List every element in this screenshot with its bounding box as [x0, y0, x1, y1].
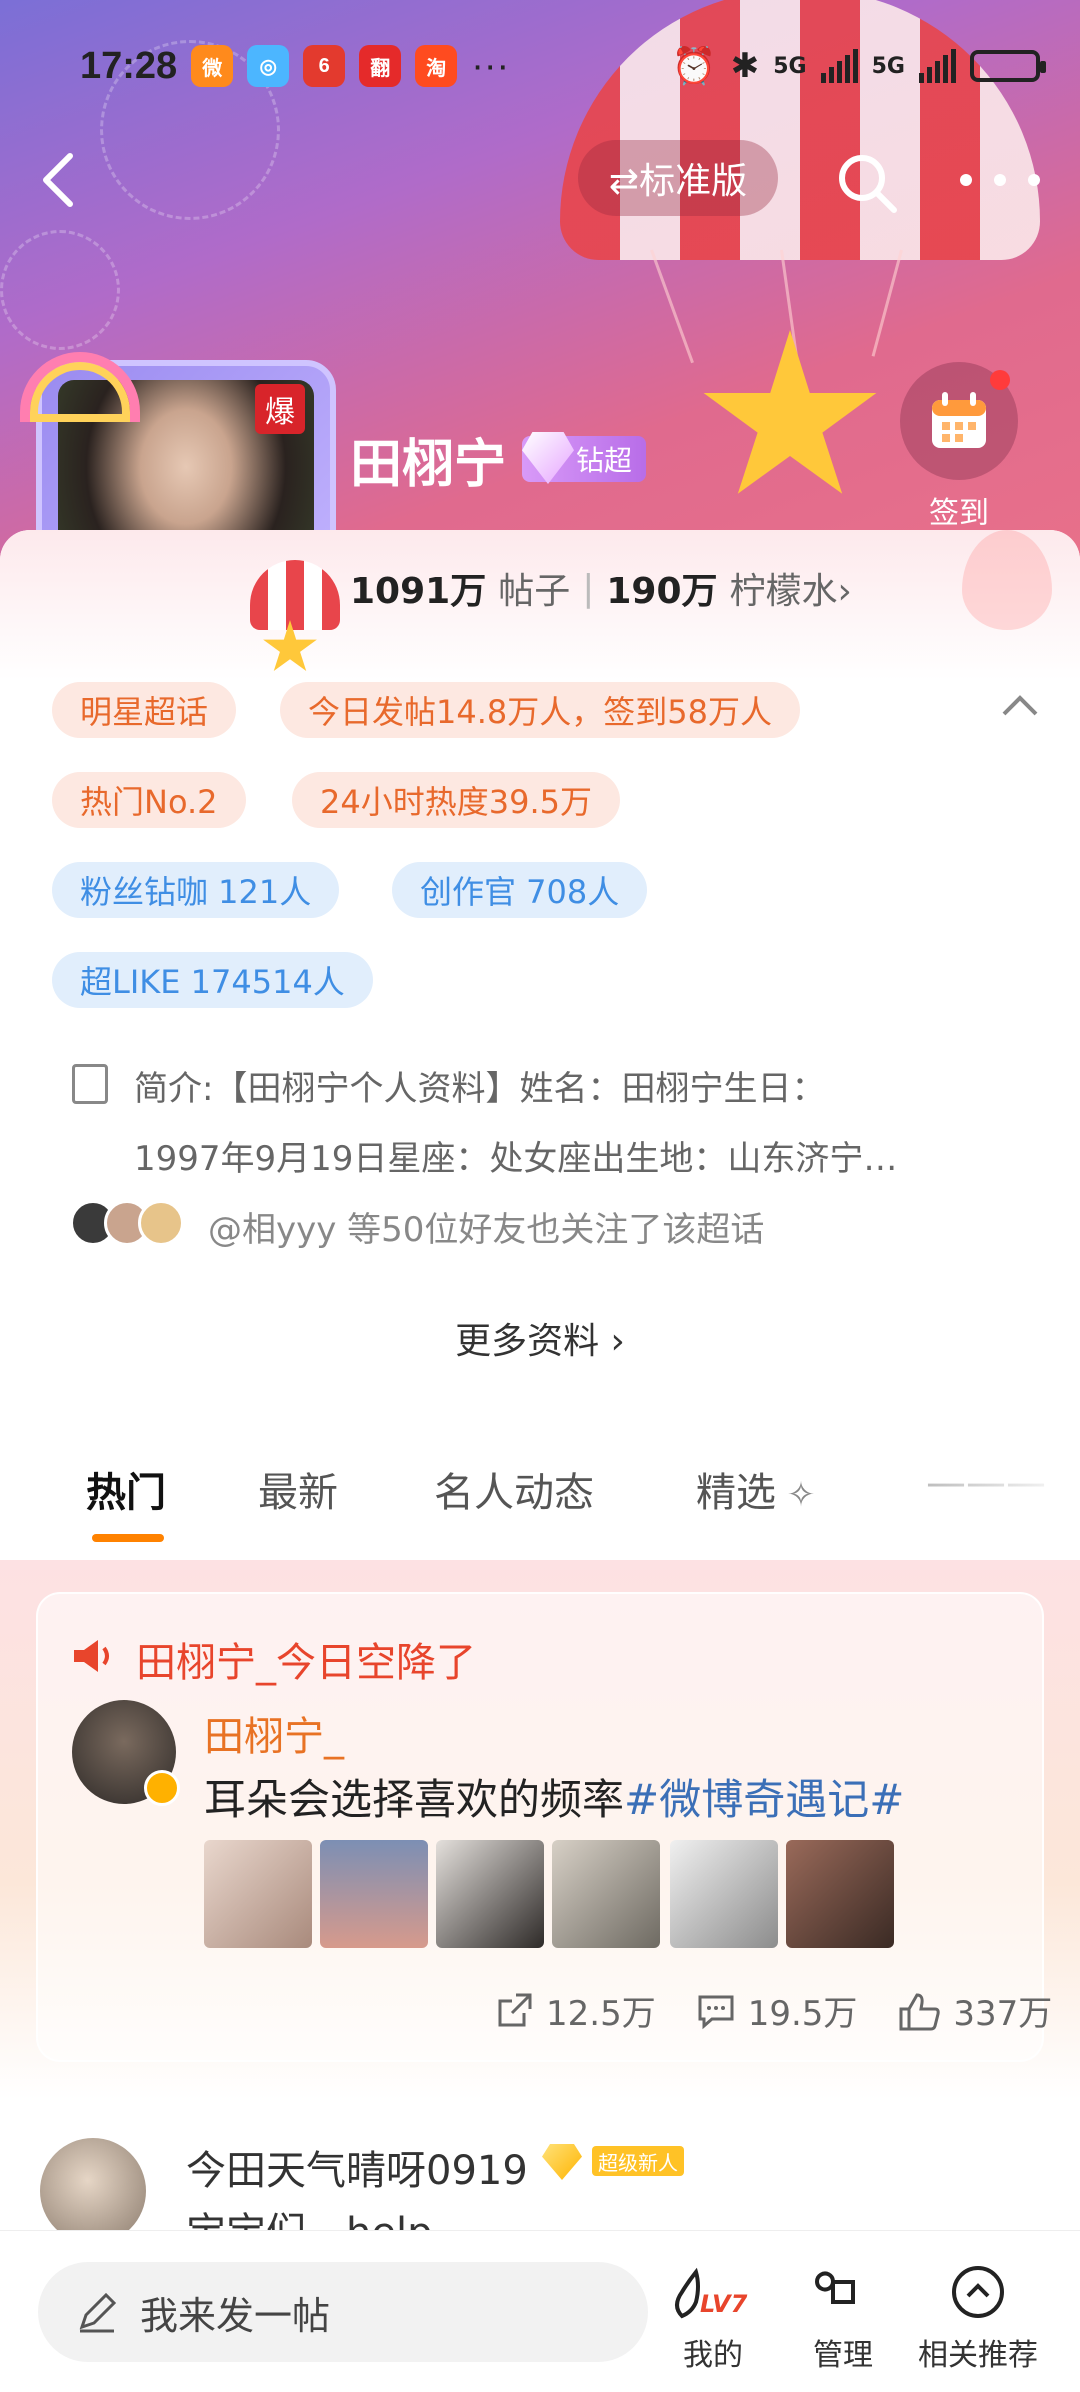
taobao-fan-icon: 翻: [359, 45, 402, 87]
status-badge: 超级新人: [592, 2146, 684, 2176]
topic-intro[interactable]: 简介:【田栩宁个人资料】姓名：田栩宁生日： 1997年9月19日星座：处女座出生…: [72, 1054, 1032, 1194]
post-image[interactable]: [552, 1840, 660, 1948]
tag-chip[interactable]: 创作官 708人: [392, 862, 648, 918]
signal-icon: [820, 49, 858, 83]
tab-fade: [920, 1470, 1080, 1514]
status-bar: 17:28 微 ◎ 6 翻 淘 ···: [80, 40, 509, 92]
chevron-up-icon[interactable]: [1000, 690, 1040, 720]
post-text[interactable]: 耳朵会选择喜欢的频率#微博奇遇记#: [204, 1766, 904, 1827]
lv7-icon: LV7: [648, 2262, 778, 2322]
clock: 17:28: [80, 44, 178, 87]
checkin-label: 签到: [929, 496, 989, 531]
more-info-link[interactable]: 更多资料 ›: [0, 1312, 1080, 1364]
notification-dot: [990, 370, 1010, 390]
tab-celebrity[interactable]: 名人动态: [434, 1460, 594, 1518]
post-image[interactable]: [204, 1840, 312, 1948]
divider: |: [582, 567, 595, 609]
weibo-icon: 微: [191, 45, 234, 87]
nav-mine[interactable]: LV7 我的: [648, 2262, 778, 2374]
member-crown-icon: [542, 2144, 582, 2180]
nav-label: 相关推荐: [918, 2338, 1038, 2373]
intro-line: 简介:【田栩宁个人资料】姓名：田栩宁生日：: [134, 1069, 826, 1109]
tab-featured[interactable]: 精选 ✧: [696, 1460, 815, 1518]
repost-button[interactable]: 12.5万: [494, 1986, 656, 2035]
tag-chip[interactable]: 今日发帖14.8万人，签到58万人: [280, 682, 800, 738]
tab-bar: 热门 最新 名人动态 精选 ✧ ———: [0, 1460, 1080, 1540]
tag-chip[interactable]: 明星超话: [52, 682, 237, 738]
post-image[interactable]: [320, 1840, 428, 1948]
posts-label: 帖子: [498, 571, 571, 612]
nav-label: 我的: [683, 2338, 743, 2373]
comment-button[interactable]: 19.5万: [696, 1986, 858, 2035]
sparkle-icon: ✧: [776, 1475, 816, 1515]
topic-title: 田栩宁: [350, 435, 507, 495]
tab-hot[interactable]: 热门: [86, 1460, 166, 1518]
pencil-icon: [79, 2292, 117, 2333]
chevron-up-circle-icon: [908, 2262, 1048, 2322]
nav-manage[interactable]: 管理: [778, 2262, 908, 2374]
lemon-link[interactable]: 柠檬水›: [730, 562, 852, 614]
bluetooth-icon: ✱: [730, 46, 760, 86]
nav-label: 管理: [813, 2338, 873, 2373]
post-body: 耳朵会选择喜欢的频率: [204, 1775, 625, 1824]
thumbs-up-icon: [899, 1992, 941, 2030]
avatar[interactable]: [40, 2138, 146, 2244]
topic-stats: 1091万 帖子 | 190万 柠檬水›: [350, 562, 852, 614]
messages-icon: ◎: [247, 45, 290, 87]
like-button[interactable]: 337万: [897, 1986, 1052, 2035]
search-icon[interactable]: [832, 148, 904, 220]
compose-post-button[interactable]: 我来发一帖: [38, 2262, 648, 2362]
airdrop-banner[interactable]: 田栩宁_今日空降了: [136, 1630, 476, 1688]
tag-chip[interactable]: 热门No.2: [52, 772, 246, 828]
battery-icon: [970, 50, 1046, 82]
command-icon: [778, 2262, 908, 2322]
taobao-icon: 淘: [415, 45, 458, 87]
posts-count: 1091万: [350, 571, 487, 612]
post-image[interactable]: [670, 1840, 778, 1948]
compose-placeholder: 我来发一帖: [140, 2293, 331, 2338]
level-label: LV7: [700, 2290, 748, 2318]
firework-decoration: [0, 230, 120, 350]
hot-badge: 爆: [255, 384, 305, 434]
post-author[interactable]: 田栩宁_: [204, 1704, 344, 1762]
tab-featured-label: 精选: [696, 1470, 776, 1516]
tag-chip[interactable]: 24小时热度39.5万: [292, 772, 620, 828]
network-label: 5G: [871, 53, 905, 79]
more-notifications-icon: ···: [471, 44, 510, 87]
back-arrow-icon[interactable]: [38, 150, 78, 210]
alarm-icon: ⏰: [671, 46, 717, 87]
post-text[interactable]: 宝宝们，help: [186, 2200, 432, 2230]
friends-following-text[interactable]: @相yyy 等50位好友也关注了该超话: [208, 1202, 764, 1251]
level-badge-label: 钻超: [576, 444, 633, 477]
active-tab-indicator: [92, 1534, 164, 1542]
share-icon: [498, 1993, 532, 2026]
comment-icon: [698, 1995, 734, 2029]
post-image[interactable]: [786, 1840, 894, 1948]
comment-count: 19.5万: [747, 1994, 858, 2034]
lemon-count: 190万: [606, 571, 718, 612]
hashtag-link[interactable]: #微博奇遇记#: [624, 1775, 904, 1824]
post-image[interactable]: [436, 1840, 544, 1948]
tab-latest[interactable]: 最新: [258, 1460, 338, 1518]
like-count: 337万: [953, 1994, 1053, 2034]
network-label: 5G: [773, 53, 807, 79]
verified-badge-icon: [144, 1770, 180, 1806]
more-options-icon[interactable]: [960, 160, 1040, 200]
friend-avatars: [70, 1200, 184, 1246]
repost-count: 12.5万: [546, 1994, 656, 2034]
intro-line: 1997年9月19日星座：处女座出生地：山东济宁…: [134, 1139, 898, 1179]
tag-chip[interactable]: 粉丝钻咖 121人: [52, 862, 340, 918]
post-author[interactable]: 今田天气晴呀0919: [186, 2138, 528, 2196]
tag-chip[interactable]: 超LIKE 174514人: [52, 952, 373, 1008]
calendar-icon: [932, 392, 986, 448]
mode-switch-button[interactable]: ⇄标准版: [578, 140, 778, 216]
signal-icon: [919, 49, 956, 83]
nav-related[interactable]: 相关推荐: [908, 2262, 1048, 2374]
post-actions: 12.5万 19.5万 337万: [470, 1986, 1052, 2035]
system-icons: ⏰ ✱ 5G 5G: [671, 40, 1046, 92]
avatar: [138, 1200, 184, 1246]
618-icon: 6: [303, 45, 346, 87]
speaker-icon: [74, 1640, 109, 1672]
